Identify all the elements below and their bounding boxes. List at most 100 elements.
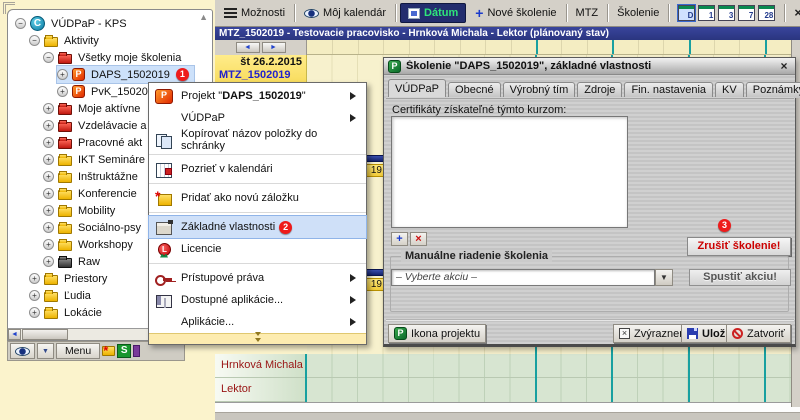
context-menu-item[interactable] [149,151,366,158]
tree-toggle[interactable]: + [43,256,54,267]
tree-toggle[interactable]: − [15,18,26,29]
cancel-training-button[interactable]: Zrušiť školenie! [687,237,791,256]
tree-item[interactable]: + Pracovné akt [43,134,149,151]
resource-row-label[interactable]: Lektor [215,378,305,402]
my-calendar-button[interactable]: Môj kalendár [299,4,391,22]
tree-item[interactable]: + Vzdelávacie a [43,117,154,134]
tree-toggle[interactable]: + [57,86,68,97]
calendar-range-label: 7 [749,12,753,20]
calendar-range-button[interactable]: 7 [738,5,755,21]
combo-dropdown-icon[interactable]: ▼ [655,269,673,286]
date-toggle-button[interactable]: Dátum [400,3,466,23]
scroll-left-button[interactable]: ◄ [236,42,260,53]
tree-item[interactable]: + Ľudia [29,287,98,304]
bookmark-folder-icon[interactable] [102,346,115,356]
context-menu-item[interactable]: VÚDPaP [149,107,366,129]
gantt-row-label[interactable]: MTZ_1502019 [219,69,302,81]
context-menu-item[interactable]: Pozrieť v kalendári [149,158,366,180]
tree-toggle[interactable]: + [29,290,40,301]
tree-item[interactable]: + DAPS_1502019 1 [57,66,194,83]
context-menu-item[interactable]: Aplikácie... [149,311,366,333]
tree-toggle[interactable]: + [43,120,54,131]
hour-tick-label [358,40,383,54]
training-button[interactable]: Školenie [612,4,664,22]
tab-fin-nastavenia[interactable]: Fin. nastavenia [624,82,713,98]
tree-toggle[interactable]: + [43,154,54,165]
tree-toggle[interactable]: + [43,103,54,114]
context-menu-item[interactable] [149,260,366,267]
tab-zdroje[interactable]: Zdroje [577,82,622,98]
tree-item[interactable]: − VÚDPaP - KPS [15,15,134,32]
tree-toggle[interactable]: + [57,69,68,80]
tree-toggle[interactable]: + [29,307,40,318]
certificates-listbox[interactable] [391,116,628,228]
tree-item[interactable]: + Lokácie [29,304,109,321]
context-menu-item[interactable]: Pridať ako novú záložku [149,187,366,209]
tree-toggle[interactable]: − [29,35,40,46]
run-action-button[interactable]: Spustiť akciu! [689,269,791,286]
scrollbar-thumb[interactable] [22,329,68,340]
tree-toggle[interactable]: + [43,205,54,216]
close-dialog-button[interactable]: Zatvoriť [726,324,791,343]
menu-more-strip[interactable] [149,333,366,344]
tree-item[interactable]: + Konferencie [43,185,144,202]
add-certificate-button[interactable]: + [391,232,408,246]
tab-kv[interactable]: KV [715,82,744,98]
tab-poznamky[interactable]: Poznámky [746,82,800,98]
tree-toggle[interactable]: + [43,137,54,148]
mtz-button[interactable]: MTZ [571,4,604,22]
close-view-button[interactable]: × Zatvoriť [789,4,800,22]
tree-item[interactable]: + IKT Semináre [43,151,152,168]
action-select[interactable]: – Vyberte akciu – [391,269,655,286]
menu-button[interactable]: Menu [56,343,100,359]
tab-obecne[interactable]: Obecné [448,82,501,98]
context-menu-item[interactable] [149,209,366,216]
context-menu-item[interactable] [149,180,366,187]
options-button[interactable]: Možnosti [219,4,290,22]
tree-toggle[interactable]: + [43,188,54,199]
remove-certificate-button[interactable]: × [410,232,427,246]
tree-item[interactable]: − Aktivity [29,32,106,49]
context-menu-item[interactable]: Projekt " DAPS_1502019 " [149,85,366,107]
tab-vyrobny-tim[interactable]: Výrobný tím [503,82,576,98]
calendar-range-button[interactable]: 3 [718,5,735,21]
context-menu-item[interactable]: Kopírovať názov položky do schránky [149,129,366,151]
tree-item[interactable]: + Moje aktívne [43,100,147,117]
toolbar-separator [294,4,295,22]
context-menu-item[interactable]: Licencie [149,238,366,260]
tree-item[interactable]: + Raw [43,253,107,270]
project-icon-button[interactable]: Ikona projektu [388,324,486,343]
tab-vudpap[interactable]: VÚDPaP [388,79,446,98]
app-icon[interactable] [133,345,140,357]
menu-item-label-bold: DAPS_1502019 [222,90,302,102]
project-icon [155,89,173,104]
calendar-range-button[interactable]: D [678,5,695,21]
tree-toggle[interactable]: + [43,171,54,182]
s-app-icon[interactable]: S [117,344,131,358]
calendar-range-button[interactable]: 28 [758,5,775,21]
tree-item[interactable]: + Priestory [29,270,114,287]
calendar-range-button[interactable]: 1 [698,5,715,21]
tree-toggle[interactable]: + [43,222,54,233]
tree-toggle[interactable]: − [43,52,54,63]
new-training-button[interactable]: + Nové školenie [470,4,561,22]
hamburger-icon [224,8,237,18]
view-dropdown-button[interactable]: ▼ [37,343,54,359]
scroll-left-button[interactable]: ◄ [8,329,21,340]
context-menu-item[interactable]: Základné vlastnosti 2 [149,216,366,238]
scroll-right-button[interactable]: ► [262,42,286,53]
dialog-close-icon[interactable]: × [777,60,791,73]
hour-tick-label [409,40,434,54]
tree-toggle[interactable]: + [43,239,54,250]
tree-toggle[interactable]: + [29,273,40,284]
tree-item[interactable]: + Mobility [43,202,122,219]
resource-row-label[interactable]: Hrnková Michala [215,354,305,378]
context-menu-item[interactable]: Dostupné aplikácie... [149,289,366,311]
hour-tick-label [739,40,764,54]
context-menu-item[interactable]: Prístupové práva [149,267,366,289]
tree-item[interactable]: + Workshopy [43,236,140,253]
tree-item[interactable]: − Všetky moje školenia [43,49,188,66]
view-button[interactable] [10,343,35,359]
tree-item[interactable]: + Inštruktážne [43,168,145,185]
tree-item[interactable]: + Sociálno-psy [43,219,148,236]
